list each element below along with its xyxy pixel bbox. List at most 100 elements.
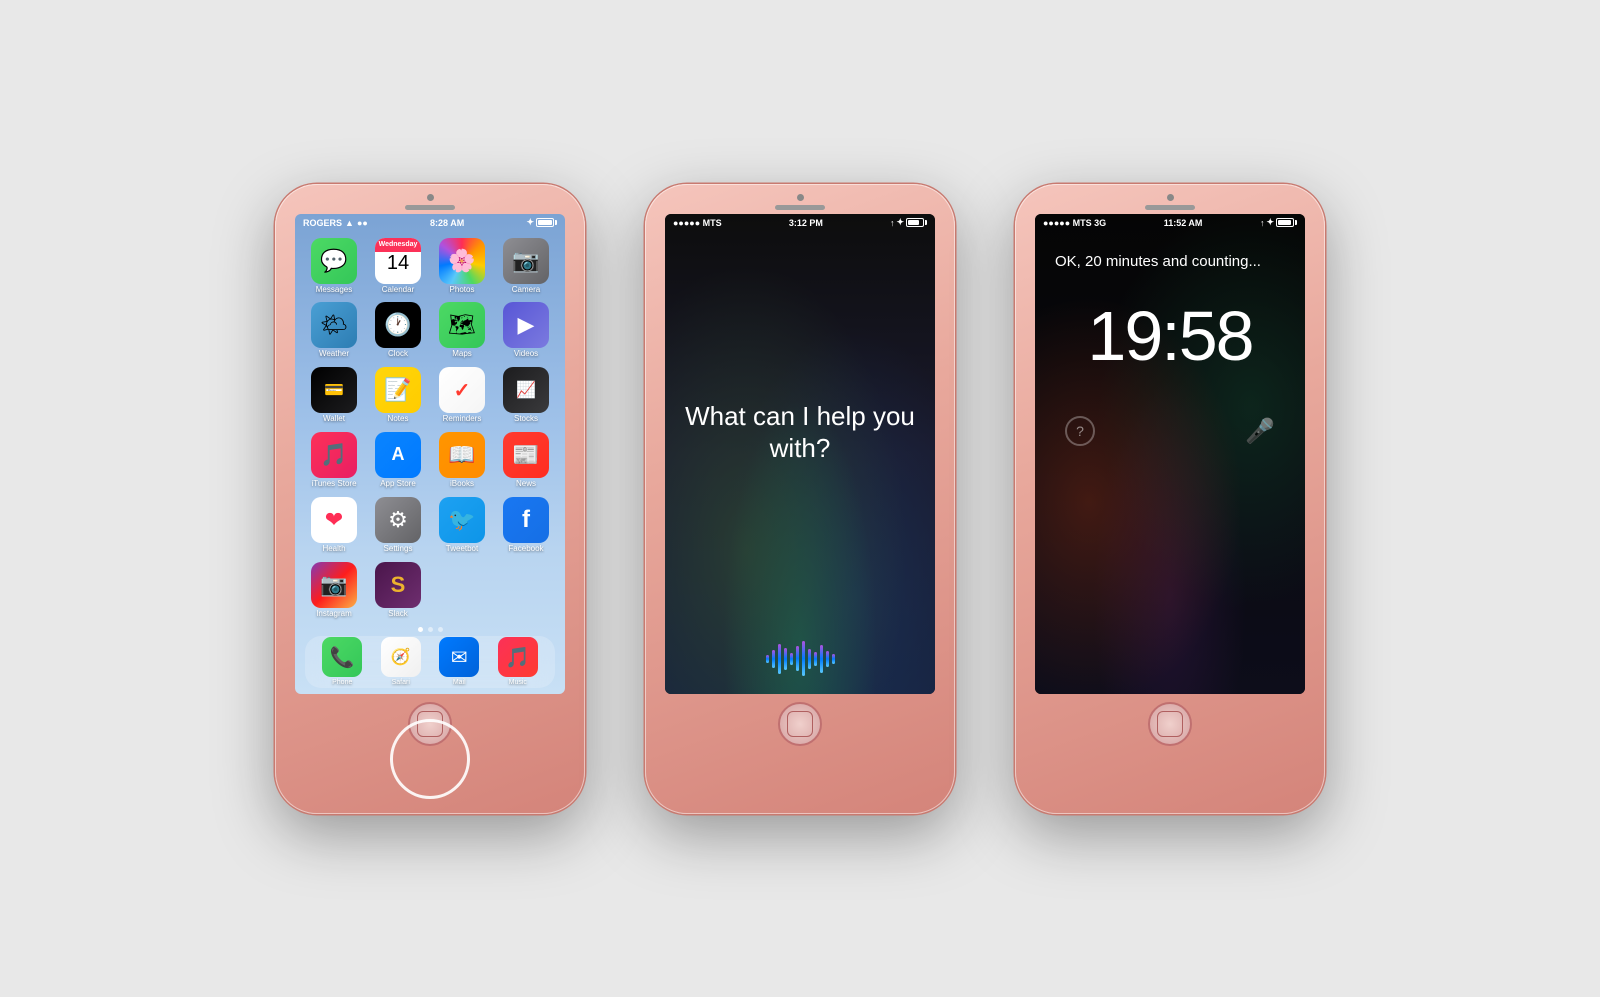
slack-label: Slack bbox=[388, 610, 408, 619]
speaker-bar-3 bbox=[1145, 205, 1195, 210]
status-right-2: ↑ ✦ bbox=[890, 217, 927, 228]
app-videos[interactable]: ▶ Videos bbox=[497, 302, 555, 361]
page-dots-1 bbox=[295, 627, 565, 632]
videos-label: Videos bbox=[514, 350, 538, 359]
timer-display: 19:58 bbox=[1035, 276, 1305, 396]
wave-bar-6 bbox=[796, 646, 799, 671]
dot-1 bbox=[418, 627, 423, 632]
itunes-label: iTunes Store bbox=[311, 480, 356, 489]
wave-bar-10 bbox=[820, 645, 823, 673]
home-button-inner-3 bbox=[1157, 711, 1183, 737]
dock-mail[interactable]: ✉ Mail bbox=[439, 637, 479, 686]
app-camera[interactable]: 📷 Camera bbox=[497, 238, 555, 297]
wave-bar-5 bbox=[790, 653, 793, 665]
dock-phone[interactable]: 📞 Phone bbox=[322, 637, 362, 686]
safari-label: Safari bbox=[392, 679, 410, 686]
siri-waveform bbox=[766, 641, 835, 676]
reminders-label: Reminders bbox=[443, 415, 482, 424]
home-button-1[interactable] bbox=[408, 702, 452, 746]
appstore-label: App Store bbox=[380, 480, 416, 489]
news-label: News bbox=[516, 480, 536, 489]
tweetbot-icon: 🐦 bbox=[439, 497, 485, 543]
cal-day: 14 bbox=[387, 253, 409, 273]
clock-label: Clock bbox=[388, 350, 408, 359]
app-appstore[interactable]: A App Store bbox=[369, 432, 427, 491]
weather-label: Weather bbox=[319, 350, 349, 359]
app-health[interactable]: ❤ Health bbox=[305, 497, 363, 556]
notes-label: Notes bbox=[388, 415, 409, 424]
dot-2 bbox=[428, 627, 433, 632]
photos-label: Photos bbox=[450, 286, 475, 295]
photos-icon: 🌸 bbox=[439, 238, 485, 284]
wave-bar-11 bbox=[826, 651, 829, 667]
app-maps[interactable]: 🗺 Maps bbox=[433, 302, 491, 361]
stocks-label: Stocks bbox=[514, 415, 538, 424]
dock-music[interactable]: 🎵 Music bbox=[498, 637, 538, 686]
home-button-3[interactable] bbox=[1148, 702, 1192, 746]
dock-safari[interactable]: 🧭 Safari bbox=[381, 637, 421, 686]
app-reminders[interactable]: ✓ Reminders bbox=[433, 367, 491, 426]
camera-dot-1 bbox=[427, 194, 434, 201]
app-weather[interactable]: 🌤 Weather bbox=[305, 302, 363, 361]
messages-label: Messages bbox=[316, 286, 352, 295]
timer-message: OK, 20 minutes and counting... bbox=[1035, 232, 1305, 277]
maps-label: Maps bbox=[452, 350, 472, 359]
facebook-label: Facebook bbox=[508, 545, 543, 554]
app-news[interactable]: 📰 News bbox=[497, 432, 555, 491]
app-empty-2 bbox=[497, 562, 555, 621]
phone-label: Phone bbox=[332, 679, 352, 686]
camera-dot-2 bbox=[797, 194, 804, 201]
camera-dot-3 bbox=[1167, 194, 1174, 201]
home-button-2[interactable] bbox=[778, 702, 822, 746]
battery-1 bbox=[536, 218, 557, 227]
wallet-icon: 💳 bbox=[311, 367, 357, 413]
app-calendar[interactable]: Wednesday 14 Calendar bbox=[369, 238, 427, 297]
wifi-icon-1: ▲ bbox=[345, 218, 354, 228]
bluetooth-3: ✦ bbox=[1266, 217, 1274, 228]
app-clock[interactable]: 🕐 Clock bbox=[369, 302, 427, 361]
app-messages[interactable]: 💬 Messages bbox=[305, 238, 363, 297]
calendar-icon: Wednesday 14 bbox=[375, 238, 421, 284]
app-photos[interactable]: 🌸 Photos bbox=[433, 238, 491, 297]
app-settings[interactable]: ⚙ Settings bbox=[369, 497, 427, 556]
wave-bar-4 bbox=[784, 648, 787, 670]
health-icon: ❤ bbox=[311, 497, 357, 543]
app-itunes[interactable]: 🎵 iTunes Store bbox=[305, 432, 363, 491]
home-button-inner-1 bbox=[417, 711, 443, 737]
speaker-bar-1 bbox=[405, 205, 455, 210]
app-facebook[interactable]: f Facebook bbox=[497, 497, 555, 556]
time-2: 3:12 PM bbox=[789, 218, 823, 228]
app-wallet[interactable]: 💳 Wallet bbox=[305, 367, 363, 426]
maps-icon: 🗺 bbox=[439, 302, 485, 348]
reminders-icon: ✓ bbox=[439, 367, 485, 413]
location-2: ↑ bbox=[890, 218, 895, 228]
carrier-3: ●●●●● MTS 3G bbox=[1043, 218, 1106, 228]
screen-home: ROGERS ▲ ●● 8:28 AM ✦ 💬 Messages bbox=[295, 214, 565, 694]
app-slack[interactable]: S Slack bbox=[369, 562, 427, 621]
clock-icon: 🕐 bbox=[375, 302, 421, 348]
camera-label: Camera bbox=[512, 286, 540, 295]
appstore-icon: A bbox=[375, 432, 421, 478]
home-button-inner-2 bbox=[787, 711, 813, 737]
dot-3 bbox=[438, 627, 443, 632]
carrier-2: ●●●●● MTS bbox=[673, 218, 722, 228]
phone-top-1 bbox=[275, 184, 585, 210]
wave-bar-1 bbox=[766, 655, 769, 663]
ibooks-icon: 📖 bbox=[439, 432, 485, 478]
app-instagram[interactable]: 📷 Instagram bbox=[305, 562, 363, 621]
videos-icon: ▶ bbox=[503, 302, 549, 348]
wave-bar-12 bbox=[832, 654, 835, 664]
mail-label: Mail bbox=[453, 679, 466, 686]
status-left-1: ROGERS ▲ ●● bbox=[303, 218, 368, 228]
instagram-label: Instagram bbox=[316, 610, 352, 619]
location-3: ↑ bbox=[1260, 218, 1265, 228]
carrier-1: ROGERS bbox=[303, 218, 342, 228]
app-notes[interactable]: 📝 Notes bbox=[369, 367, 427, 426]
app-stocks[interactable]: 📈 Stocks bbox=[497, 367, 555, 426]
app-tweetbot[interactable]: 🐦 Tweetbot bbox=[433, 497, 491, 556]
music-label: Music bbox=[509, 679, 527, 686]
facebook-icon: f bbox=[503, 497, 549, 543]
app-ibooks[interactable]: 📖 iBooks bbox=[433, 432, 491, 491]
status-right-1: ✦ bbox=[526, 217, 557, 228]
timer-question-button[interactable]: ? bbox=[1065, 416, 1095, 446]
